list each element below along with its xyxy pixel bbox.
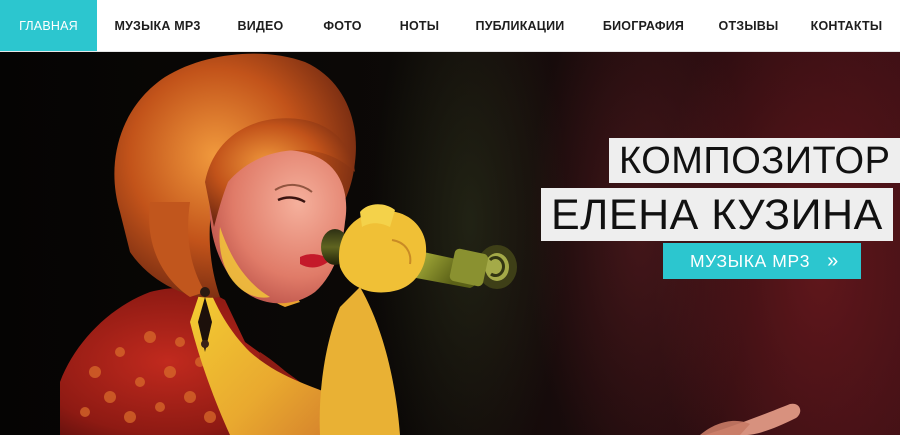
main-nav: ГЛАВНАЯ МУЗЫКА MP3 ВИДЕО ФОТО НОТЫ ПУБЛИ… bbox=[0, 0, 900, 52]
cta-label: МУЗЫКА MP3 bbox=[690, 250, 811, 271]
hero-title-name: ЕЛЕНА КУЗИНА bbox=[541, 188, 893, 241]
double-chevron-right-icon: » bbox=[827, 250, 839, 272]
nav-item-contacts[interactable]: КОНТАКТЫ bbox=[793, 0, 900, 51]
nav-item-video[interactable]: ВИДЕО bbox=[218, 0, 303, 51]
nav-item-music-mp3[interactable]: МУЗЫКА MP3 bbox=[97, 0, 218, 51]
hero-title-composer: КОМПОЗИТОР bbox=[609, 138, 900, 183]
nav-item-home[interactable]: ГЛАВНАЯ bbox=[0, 0, 97, 51]
nav-item-biography[interactable]: БИОГРАФИЯ bbox=[583, 0, 704, 51]
nav-item-notes[interactable]: НОТЫ bbox=[382, 0, 457, 51]
nav-item-photo[interactable]: ФОТО bbox=[303, 0, 382, 51]
nav-item-publications[interactable]: ПУБЛИКАЦИИ bbox=[457, 0, 583, 51]
hero-banner: КОМПОЗИТОР ЕЛЕНА КУЗИНА МУЗЫКА MP3 » bbox=[0, 52, 900, 435]
music-mp3-cta-button[interactable]: МУЗЫКА MP3 » bbox=[663, 243, 861, 279]
nav-item-reviews[interactable]: ОТЗЫВЫ bbox=[704, 0, 793, 51]
